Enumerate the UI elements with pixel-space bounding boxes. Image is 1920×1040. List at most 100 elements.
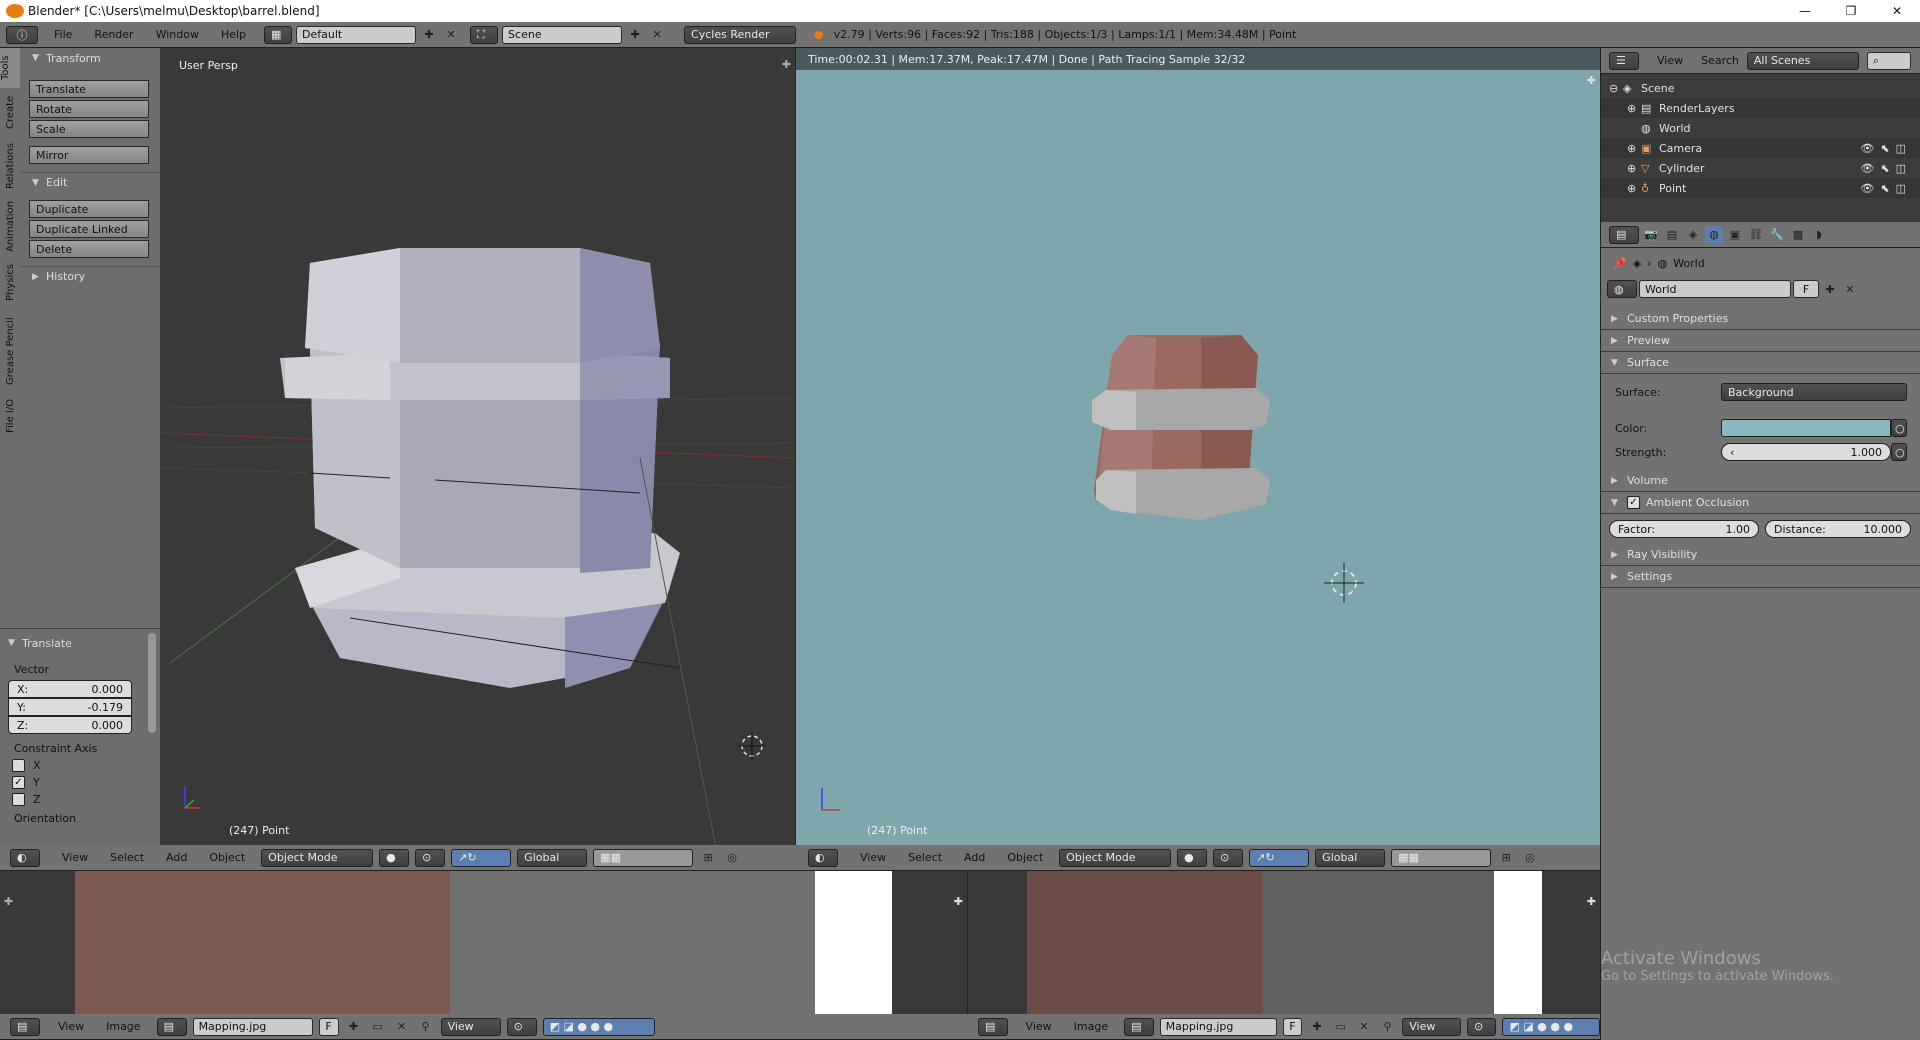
panel-settings[interactable]: ▶ Settings [1601, 566, 1920, 588]
snap-icon-right[interactable]: ◎ [1521, 849, 1539, 867]
fake-user-button[interactable]: F [1793, 280, 1819, 298]
menu-object[interactable]: Object [209, 851, 245, 864]
image-name-left[interactable]: Mapping.jpg [192, 1017, 313, 1036]
manipulator-toggle-right[interactable]: ↗↻ [1249, 848, 1310, 867]
image-view-select-left[interactable]: View [440, 1017, 501, 1036]
panel-ambient-occlusion[interactable]: ▼ ✓ Ambient Occlusion [1601, 492, 1920, 514]
outliner-item-point[interactable]: ⊕ ♁ Point 👁⬉◫ [1601, 178, 1920, 198]
panel-history-header[interactable]: ▶ History [20, 266, 160, 286]
panel-transform-header[interactable]: ▼ Transform [20, 48, 160, 68]
editor-type-properties[interactable]: ▤ [1609, 225, 1639, 244]
color-swatch[interactable] [1721, 419, 1891, 437]
lock-icon-right[interactable]: ⊞ [1497, 849, 1515, 867]
panel-custom-properties[interactable]: ▶ Custom Properties [1601, 308, 1920, 330]
outliner-item-camera[interactable]: ⊕ ▣ Camera 👁⬉◫ [1601, 138, 1920, 158]
world-browse-button[interactable]: ◍ [1607, 280, 1637, 298]
image-unlink-icon-right[interactable]: ✕ [1355, 1018, 1372, 1036]
manipulator-toggle[interactable]: ↗↻ [451, 848, 512, 867]
tab-file-io[interactable]: File I/O [5, 394, 16, 438]
image-browse-left[interactable]: ▤ [156, 1017, 187, 1036]
delete-button[interactable]: Delete [29, 240, 149, 258]
menu-add-right[interactable]: Add [964, 851, 985, 864]
viewport-right-corner-icon[interactable]: ✚ [1587, 74, 1596, 87]
panel-volume[interactable]: ▶ Volume [1601, 470, 1920, 492]
panel-preview[interactable]: ▶ Preview [1601, 330, 1920, 352]
close-button[interactable]: ✕ [1874, 4, 1920, 18]
image-open-icon-left[interactable]: ▭ [369, 1018, 387, 1036]
outliner-menu-view[interactable]: View [1657, 54, 1683, 67]
orientation-select-right[interactable]: Global [1315, 848, 1386, 867]
menu-select-right[interactable]: Select [908, 851, 942, 864]
menu-render[interactable]: Render [94, 28, 133, 41]
panel-ray-visibility[interactable]: ▶ Ray Visibility [1601, 544, 1920, 566]
image-pin-icon-right[interactable]: ⚲ [1379, 1018, 1396, 1036]
shading-select-right[interactable]: ● [1177, 848, 1208, 867]
editor-type-3d-left[interactable]: ◐ [10, 848, 40, 867]
constraints-tab-icon[interactable]: ⛓ [1747, 226, 1765, 244]
unlink-world-icon[interactable]: ✕ [1841, 280, 1859, 298]
minimize-button[interactable]: — [1782, 4, 1828, 18]
outliner-item-renderlayers[interactable]: ⊕ ▤ RenderLayers [1601, 98, 1920, 118]
duplicate-linked-button[interactable]: Duplicate Linked [29, 220, 149, 238]
menu-view-right[interactable]: View [860, 851, 886, 864]
outliner-menu-search[interactable]: Search [1701, 54, 1739, 67]
editor-type-image-left[interactable]: ▤ [10, 1017, 40, 1036]
vector-x-field[interactable]: X: 0.000 [8, 680, 132, 698]
menu-help[interactable]: Help [221, 28, 246, 41]
color-node-icon[interactable]: ○ [1891, 419, 1907, 437]
world-tab-icon[interactable]: ◍ [1705, 225, 1723, 244]
axis-z-checkbox[interactable] [12, 793, 25, 806]
object-tab-icon[interactable]: ▣ [1726, 226, 1744, 244]
tab-grease-pencil[interactable]: Grease Pencil [5, 308, 16, 394]
rotate-button[interactable]: Rotate [29, 100, 149, 118]
tab-animation[interactable]: Animation [5, 196, 16, 258]
image-menu-image-right[interactable]: Image [1074, 1020, 1108, 1033]
image-editor-right[interactable]: ✚ [968, 871, 1600, 1014]
orientation-select[interactable]: Global [517, 848, 588, 867]
translate-button[interactable]: Translate [29, 80, 149, 98]
image-editor-right-corner-icon[interactable]: ✚ [1587, 895, 1596, 908]
pivot-select[interactable]: ⊙ [415, 848, 446, 867]
menu-add[interactable]: Add [166, 851, 187, 864]
editor-type-image-right[interactable]: ▤ [978, 1017, 1008, 1036]
texture-tab-icon[interactable]: ▩ [1789, 226, 1807, 244]
lock-icon[interactable]: ⊞ [699, 849, 717, 867]
image-fake-user-right[interactable]: F [1282, 1017, 1303, 1036]
ao-factor-field[interactable]: Factor: 1.00 [1609, 520, 1759, 538]
image-new-icon-left[interactable]: ✚ [345, 1018, 363, 1036]
image-fake-user-left[interactable]: F [318, 1017, 339, 1036]
scene-tab-icon[interactable]: ◈ [1684, 226, 1702, 244]
render-engine-select[interactable]: Cycles Render [684, 25, 797, 44]
editor-type-outliner[interactable]: ☰ [1609, 51, 1639, 70]
scene-icon[interactable]: ⛶ [470, 25, 499, 44]
viewport-left-corner-icon[interactable]: ✚ [782, 58, 791, 71]
menu-object-right[interactable]: Object [1007, 851, 1043, 864]
scene-field[interactable]: Scene [502, 25, 623, 44]
image-editor-left[interactable]: ✚ ✚ [0, 871, 968, 1014]
menu-view[interactable]: View [62, 851, 88, 864]
menu-file[interactable]: File [54, 28, 72, 41]
vector-z-field[interactable]: Z: 0.000 [8, 716, 132, 734]
image-name-right[interactable]: Mapping.jpg [1159, 1017, 1277, 1036]
layers-tab-icon[interactable]: ▤ [1663, 226, 1681, 244]
image-browse-right[interactable]: ▤ [1124, 1017, 1154, 1036]
strength-field[interactable]: ‹ 1.000 [1721, 443, 1891, 461]
surface-select[interactable]: Background [1721, 383, 1907, 401]
layout-field[interactable]: Default [296, 25, 417, 44]
image-display-icon-left[interactable]: ⊙ [506, 1017, 537, 1036]
physics-tab-icon[interactable]: ◗ [1810, 226, 1828, 244]
image-unlink-icon-left[interactable]: ✕ [393, 1018, 411, 1036]
duplicate-button[interactable]: Duplicate [29, 200, 149, 218]
viewport-right[interactable]: Time:00:02.31 | Mem:17.37M, Peak:17.47M … [796, 48, 1600, 845]
menu-window[interactable]: Window [156, 28, 199, 41]
scale-button[interactable]: Scale [29, 120, 149, 138]
layout-icon[interactable]: ▦ [264, 25, 293, 44]
image-channels-right[interactable]: ◩ ◪ ● ● ● [1502, 1017, 1601, 1036]
outliner-item-scene[interactable]: ⊖ ◈ Scene [1601, 78, 1920, 98]
modifiers-tab-icon[interactable]: 🔧 [1768, 226, 1786, 244]
tab-create[interactable]: Create [5, 88, 16, 136]
vector-y-field[interactable]: Y: -0.179 [8, 698, 132, 716]
strength-node-icon[interactable]: ○ [1891, 443, 1907, 461]
add-world-icon[interactable]: ✚ [1821, 280, 1839, 298]
pivot-select-right[interactable]: ⊙ [1213, 848, 1244, 867]
